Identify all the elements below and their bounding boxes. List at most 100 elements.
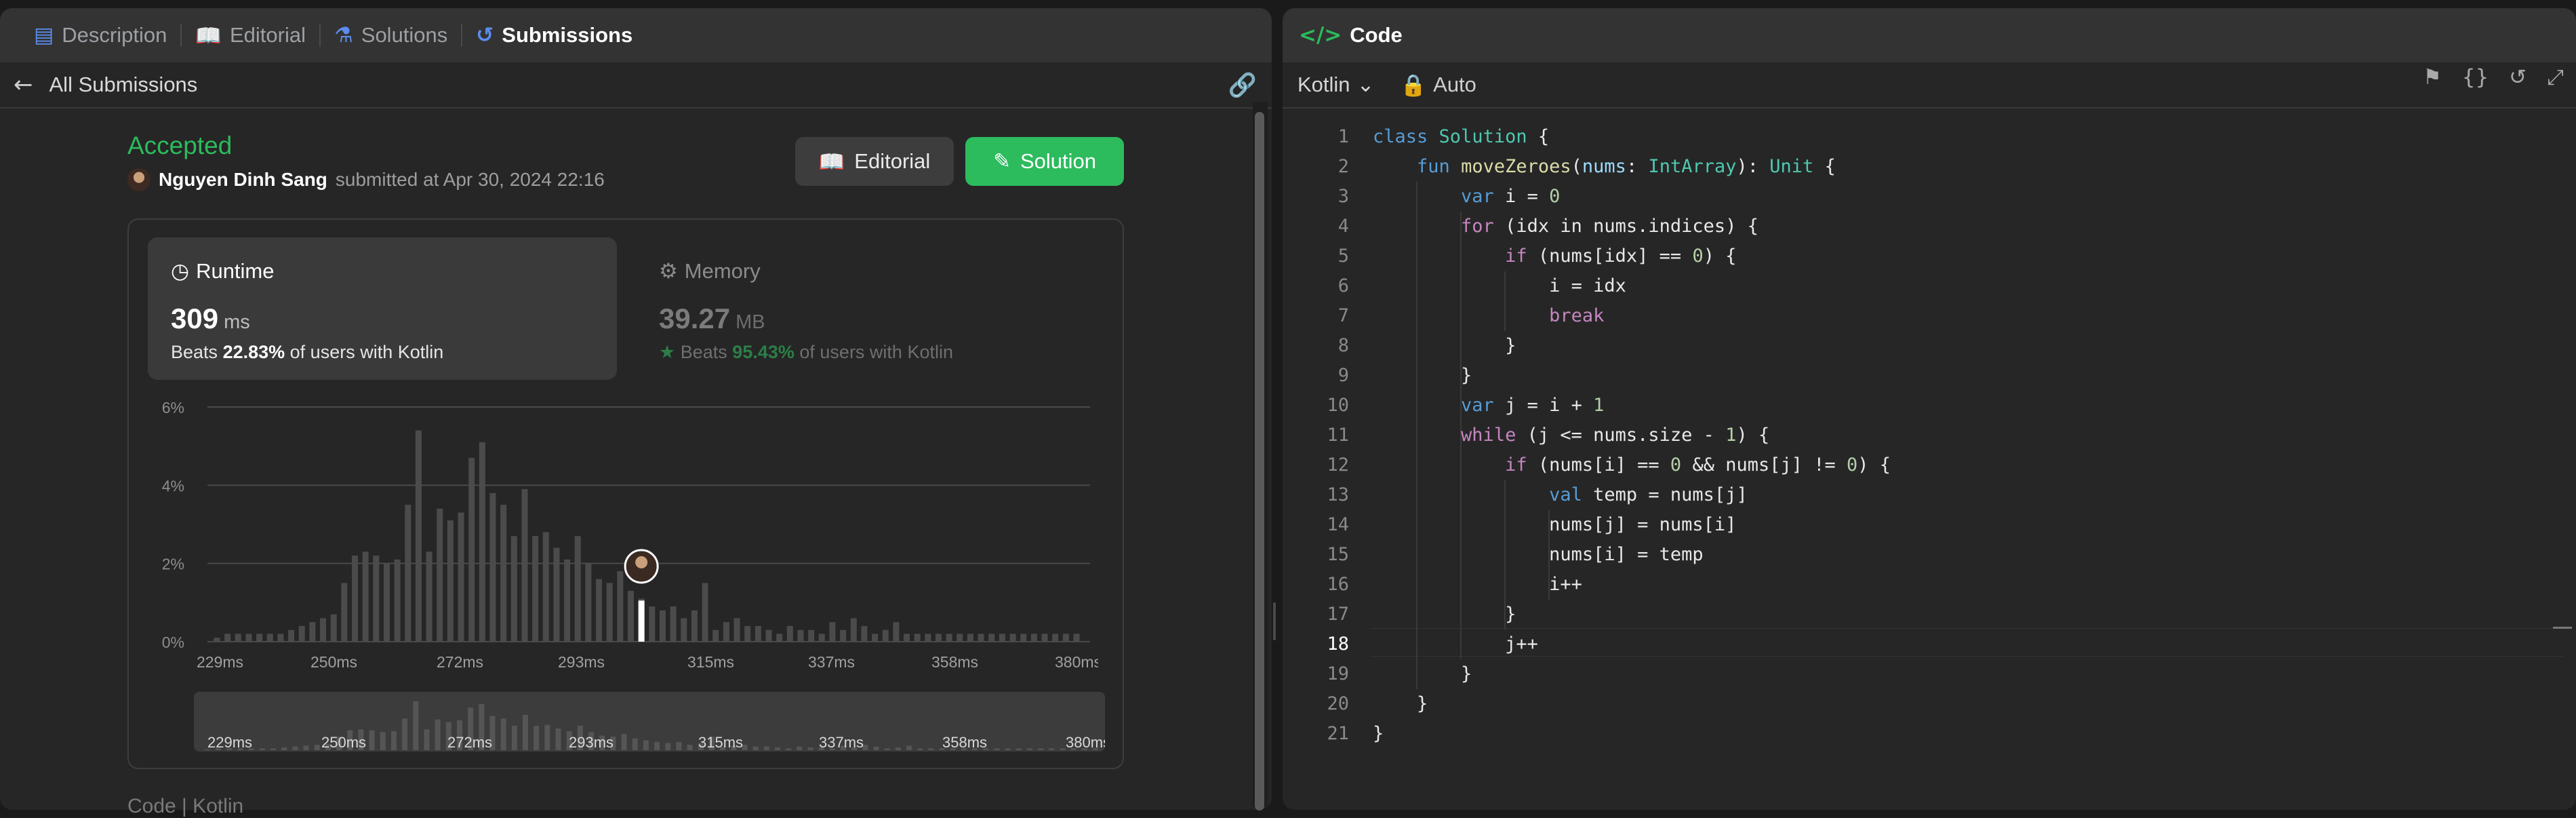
tab-editorial[interactable]: 📖 Editorial	[182, 8, 319, 62]
histogram-bar	[245, 634, 252, 642]
code-line[interactable]: var j = i + 1	[1373, 395, 1604, 416]
code-line[interactable]: }	[1373, 723, 1384, 744]
histogram-bar	[1030, 634, 1037, 642]
histogram-bar	[405, 505, 411, 642]
histogram-bar	[797, 629, 804, 642]
code-token: 1	[1593, 395, 1605, 416]
runtime-beats-pct: 22.83%	[222, 342, 285, 362]
code-tab-label[interactable]: Code	[1350, 23, 1403, 47]
edit-icon: ✎	[992, 149, 1011, 174]
histogram-bar	[893, 622, 900, 642]
bookmark-icon[interactable]: ⚑	[2423, 65, 2442, 90]
histogram-bar	[373, 556, 380, 642]
mini-bar	[917, 748, 923, 750]
mini-bar	[292, 746, 298, 750]
code-line[interactable]: break	[1373, 305, 1604, 326]
line-number: 13	[1327, 484, 1349, 505]
histogram-bar	[744, 625, 751, 642]
solution-button[interactable]: ✎ Solution	[965, 137, 1124, 186]
code-line[interactable]: val temp = nums[j]	[1373, 484, 1748, 505]
code-line[interactable]: }	[1373, 335, 1516, 356]
scrollbar-thumb[interactable]	[1255, 112, 1264, 811]
code-line[interactable]: class Solution {	[1373, 126, 1549, 147]
code-line[interactable]: j++	[1373, 634, 1538, 655]
link-icon[interactable]: 🔗	[1228, 72, 1257, 99]
code-line[interactable]: }	[1373, 365, 1472, 386]
avatar[interactable]	[127, 168, 150, 191]
code-token: var	[1461, 186, 1494, 207]
histogram-bar	[564, 559, 571, 642]
line-number: 2	[1337, 156, 1349, 177]
histogram-bar	[702, 583, 708, 642]
auto-mode[interactable]: 🔒 Auto	[1401, 73, 1476, 98]
all-submissions-link[interactable]: All Submissions	[49, 73, 198, 97]
language-select[interactable]: Kotlin ⌄	[1297, 73, 1375, 97]
histogram-bar	[957, 634, 963, 642]
author-name[interactable]: Nguyen Dinh Sang	[159, 169, 327, 191]
memory-value: 39.27 MB	[659, 303, 765, 335]
code-line[interactable]: for (idx in nums.indices) {	[1373, 216, 1758, 237]
mini-bar	[1026, 748, 1032, 750]
histogram-bar	[850, 618, 857, 642]
reset-icon[interactable]: ↺	[2509, 65, 2527, 90]
histogram-bar	[840, 629, 847, 642]
code-token: Solution	[1438, 126, 1527, 147]
code-token: {	[1527, 126, 1550, 147]
runtime-distribution-chart[interactable]: 0% 2% 4% 6% 229ms 250ms 272ms 293ms 315ms 337ms 35…	[136, 387, 1098, 678]
histogram-bar	[458, 512, 464, 642]
code-token: val	[1549, 484, 1582, 505]
code-token: j = i +	[1493, 395, 1594, 416]
runtime-range-selector[interactable]: 229ms 250ms 272ms 293ms 315ms 337ms 358ms 380ms	[194, 692, 1105, 752]
y-tick-label: 2%	[162, 556, 184, 573]
editorial-button[interactable]: 📖 Editorial	[795, 137, 954, 186]
y-tick-label: 4%	[162, 477, 184, 494]
runtime-beats-prefix: Beats	[171, 342, 218, 362]
mode-value: Auto	[1433, 73, 1476, 96]
line-number: 3	[1337, 186, 1349, 207]
book-icon: 📖	[195, 23, 222, 48]
code-line[interactable]: nums[i] = temp	[1373, 544, 1704, 565]
code-line[interactable]: }	[1373, 663, 1472, 684]
histogram-bar	[659, 610, 666, 642]
trophy-icon: ★	[659, 342, 676, 363]
code-token: }	[1373, 604, 1516, 625]
code-token: while	[1461, 425, 1516, 446]
mini-x-tick-label: 229ms	[207, 734, 252, 751]
x-tick-label: 293ms	[558, 653, 605, 671]
arrow-left-icon[interactable]: ←	[14, 71, 33, 98]
code-line[interactable]: if (nums[idx] == 0) {	[1373, 246, 1736, 267]
mini-bar	[895, 747, 901, 750]
histogram-bar	[447, 520, 454, 642]
line-number: 4	[1337, 216, 1349, 237]
code-line[interactable]: if (nums[i] == 0 && nums[j] != 0) {	[1373, 454, 1891, 475]
tab-solutions[interactable]: ⚗ Solutions	[321, 8, 461, 62]
tab-submissions[interactable]: ↺ Submissions	[462, 8, 646, 62]
code-line[interactable]: }	[1373, 693, 1428, 714]
histogram-bar	[978, 634, 984, 642]
histogram-bar	[754, 625, 761, 642]
tab-description[interactable]: ▤ Description	[20, 8, 180, 62]
book-icon: 📖	[818, 149, 845, 174]
code-token: if	[1505, 454, 1527, 475]
expand-icon[interactable]: ⤢	[2547, 65, 2564, 90]
histogram-bar	[1009, 634, 1016, 642]
code-line[interactable]: i = idx	[1373, 275, 1626, 296]
code-line[interactable]: }	[1373, 604, 1516, 625]
code-line[interactable]: i++	[1373, 574, 1582, 595]
histogram-bar	[1041, 634, 1048, 642]
memory-beats-pct: 95.43%	[732, 342, 794, 362]
mini-bar	[1060, 748, 1066, 750]
code-line[interactable]: var i = 0	[1373, 186, 1560, 207]
code-token: ) {	[1703, 246, 1737, 267]
code-token: nums[j] = nums[i]	[1373, 514, 1737, 535]
code-line[interactable]: fun moveZeroes(nums: IntArray): Unit {	[1373, 156, 1836, 177]
format-braces-icon[interactable]: {}	[2462, 65, 2489, 90]
histogram-bar	[298, 625, 305, 642]
mini-bar	[643, 740, 649, 750]
code-icon: </>	[1299, 23, 1342, 47]
memory-title[interactable]: ⚙ Memory	[659, 259, 761, 284]
code-line[interactable]: nums[j] = nums[i]	[1373, 514, 1736, 535]
code-line[interactable]: while (j <= nums.size - 1) {	[1373, 425, 1769, 446]
